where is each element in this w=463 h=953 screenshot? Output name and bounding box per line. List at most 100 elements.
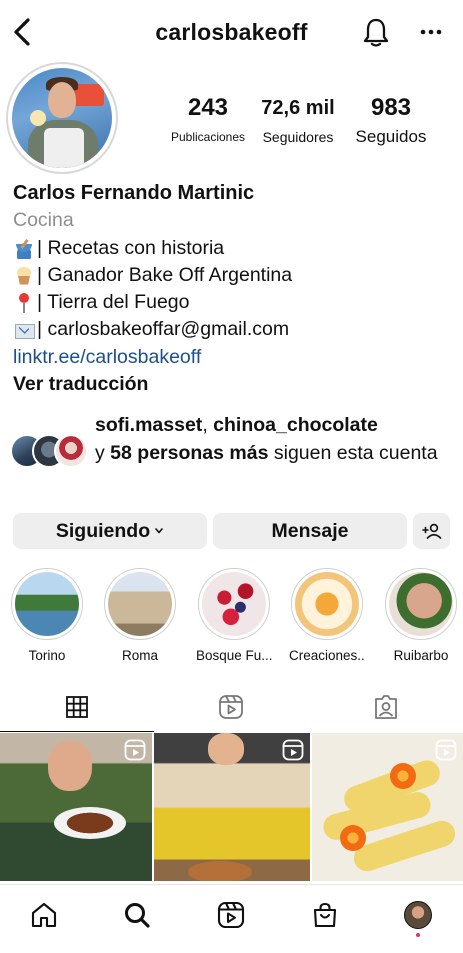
reels-icon bbox=[217, 901, 245, 929]
search-icon bbox=[125, 903, 150, 928]
category-label: Cocina bbox=[13, 209, 74, 232]
nav-home[interactable] bbox=[24, 895, 64, 935]
nav-search[interactable] bbox=[117, 895, 157, 935]
highlight-ring bbox=[104, 568, 176, 640]
grid-icon bbox=[66, 695, 88, 718]
photo-pie bbox=[188, 861, 252, 881]
photo-plate bbox=[54, 807, 126, 839]
nav-reels[interactable] bbox=[211, 895, 251, 935]
photo-face bbox=[208, 733, 244, 765]
photo-head bbox=[48, 82, 76, 118]
nav-profile[interactable] bbox=[398, 895, 438, 937]
highlight-cover bbox=[15, 572, 79, 636]
reel-badge-icon bbox=[435, 739, 457, 761]
profile-tabs bbox=[0, 682, 463, 732]
profile-avatar[interactable] bbox=[6, 62, 118, 174]
following-button[interactable]: Siguiendo bbox=[13, 513, 207, 549]
tab-tagged[interactable] bbox=[309, 682, 463, 732]
highlight-ring bbox=[291, 568, 363, 640]
profile-photo bbox=[12, 68, 112, 168]
message-button[interactable]: Mensaje bbox=[213, 513, 407, 549]
message-button-label: Mensaje bbox=[271, 519, 349, 542]
suggested-users-button[interactable] bbox=[413, 513, 450, 549]
highlight-cover bbox=[389, 572, 453, 636]
mixing-bowl-icon bbox=[13, 237, 35, 260]
post-thumbnail[interactable] bbox=[0, 733, 152, 881]
photo-face bbox=[48, 741, 92, 791]
cupcake-icon bbox=[13, 265, 35, 287]
post-thumbnail[interactable] bbox=[154, 733, 310, 881]
highlight-label: Roma bbox=[121, 648, 158, 663]
posts-stat[interactable]: 243 Publicaciones bbox=[160, 94, 256, 148]
highlight-cover bbox=[295, 572, 359, 636]
highlight-label: Torino bbox=[28, 648, 66, 663]
bell-icon[interactable] bbox=[362, 16, 390, 48]
bottom-nav bbox=[0, 884, 463, 953]
mutual-user: chinoa_chocolate bbox=[213, 414, 378, 436]
bio-link[interactable]: linktr.ee/carlosbakeoff bbox=[13, 344, 453, 371]
posts-label: Publicaciones bbox=[170, 130, 246, 144]
avatar bbox=[54, 434, 88, 468]
top-bar: carlosbakeoff bbox=[0, 0, 463, 66]
story-highlight[interactable]: Bosque Fu... bbox=[196, 568, 272, 663]
highlight-cover bbox=[108, 572, 172, 636]
highlight-ring bbox=[11, 568, 83, 640]
bio-line: | Tierra del Fuego bbox=[13, 289, 453, 316]
pin-icon bbox=[13, 292, 35, 314]
photo-flower bbox=[340, 825, 366, 851]
following-count: 983 bbox=[370, 94, 412, 121]
followers-count: 72,6 mil bbox=[261, 97, 335, 119]
highlight-cover bbox=[202, 572, 266, 636]
highlight-ring bbox=[198, 568, 270, 640]
more-horizontal-icon[interactable] bbox=[418, 20, 444, 44]
tagged-icon bbox=[375, 695, 397, 719]
mutual-user: sofi.masset bbox=[95, 414, 203, 436]
mutual-separator: , bbox=[202, 414, 214, 436]
home-icon bbox=[31, 902, 57, 928]
photo-cupcake bbox=[30, 110, 46, 126]
chevron-down-icon bbox=[155, 528, 163, 534]
mutual-followers[interactable]: sofi.masset, chinoa_chocolate y 58 perso… bbox=[10, 412, 455, 498]
following-button-label: Siguiendo bbox=[55, 519, 151, 542]
highlight-label: Bosque Fu... bbox=[196, 648, 272, 663]
shop-icon bbox=[313, 902, 337, 928]
envelope-icon bbox=[13, 319, 35, 341]
reels-icon bbox=[219, 695, 243, 719]
highlight-label: Ruibarbo bbox=[393, 648, 449, 663]
photo-flower bbox=[390, 763, 416, 789]
bio-line-text: | Recetas con historia bbox=[37, 236, 225, 259]
followers-label: Seguidores bbox=[262, 129, 334, 145]
posts-count: 243 bbox=[187, 94, 229, 121]
translate-button[interactable]: Ver traducción bbox=[13, 371, 453, 398]
mutual-and: y bbox=[95, 441, 111, 464]
bio-line: | Recetas con historia bbox=[13, 235, 453, 262]
reel-badge-icon bbox=[282, 739, 304, 761]
bio-line-text: | Tierra del Fuego bbox=[37, 291, 190, 314]
highlight-ring bbox=[385, 568, 457, 640]
bio-line-text: | Ganador Bake Off Argentina bbox=[37, 263, 293, 286]
tab-posts-grid[interactable] bbox=[0, 682, 154, 732]
mutual-avatars bbox=[10, 434, 92, 470]
profile-bio: Carlos Fernando Martinic Cocina | Receta… bbox=[13, 180, 453, 398]
profile-username: carlosbakeoff bbox=[155, 19, 308, 45]
mutual-others: 58 personas más bbox=[110, 441, 269, 464]
display-name: Carlos Fernando Martinic bbox=[13, 182, 255, 204]
following-stat[interactable]: 983 Seguidos bbox=[346, 94, 436, 148]
photo-apron bbox=[44, 128, 84, 168]
reel-badge-icon bbox=[124, 739, 146, 761]
nav-shop[interactable] bbox=[305, 895, 345, 935]
add-person-icon bbox=[421, 523, 441, 539]
post-thumbnail[interactable] bbox=[312, 733, 463, 881]
story-highlight[interactable]: Ruibarbo bbox=[383, 568, 459, 663]
bio-line-text: | carlosbakeoffar@gmail.com bbox=[37, 318, 290, 341]
mutual-followers-text: sofi.masset, chinoa_chocolate y 58 perso… bbox=[95, 412, 451, 467]
bio-line: | carlosbakeoffar@gmail.com bbox=[13, 316, 453, 343]
followers-stat[interactable]: 72,6 mil Seguidores bbox=[254, 94, 342, 148]
story-highlight[interactable]: Creaciones... bbox=[289, 568, 365, 663]
following-label: Seguidos bbox=[355, 127, 427, 146]
notification-dot bbox=[416, 933, 420, 937]
tab-reels[interactable] bbox=[154, 682, 308, 732]
bio-line: | Ganador Bake Off Argentina bbox=[13, 262, 453, 289]
story-highlight[interactable]: Torino bbox=[9, 568, 85, 663]
story-highlight[interactable]: Roma bbox=[102, 568, 178, 663]
